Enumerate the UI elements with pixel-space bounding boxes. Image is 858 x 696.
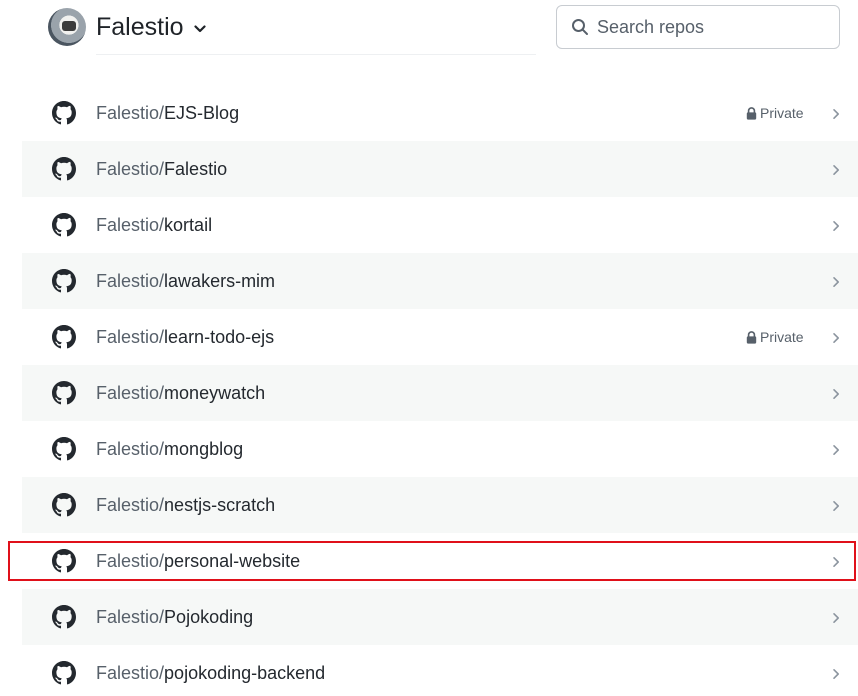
repo-name: mongblog <box>164 439 244 459</box>
repo-name: EJS-Blog <box>164 103 240 123</box>
chevron-right-icon <box>830 275 842 287</box>
chevron-right-icon <box>830 667 842 679</box>
repo-row-lawakers-mim[interactable]: Falestio/lawakers-mim <box>22 253 858 309</box>
repo-name: personal-website <box>164 551 301 571</box>
repo-name: pojokoding-backend <box>164 663 326 683</box>
chevron-right-icon <box>830 107 842 119</box>
private-label: Private <box>760 329 804 345</box>
lock-icon <box>746 106 757 120</box>
repo-full-name: Falestio/personal-website <box>96 533 300 589</box>
repo-full-name: Falestio/Falestio <box>96 141 227 197</box>
header-divider <box>96 54 536 55</box>
repo-owner: Falestio <box>96 327 160 347</box>
repo-row-falestio[interactable]: Falestio/Falestio <box>22 141 858 197</box>
chevron-right-icon <box>830 163 842 175</box>
repo-name: Falestio <box>164 159 228 179</box>
chevron-right-icon <box>830 499 842 511</box>
chevron-down-icon <box>193 25 206 33</box>
repo-full-name: Falestio/nestjs-scratch <box>96 477 275 533</box>
github-icon <box>52 157 76 181</box>
repo-full-name: Falestio/kortail <box>96 197 212 253</box>
repo-owner: Falestio <box>96 551 160 571</box>
repo-selector-page: Falestio Falestio/EJS-Blog Private <box>0 0 858 696</box>
github-icon <box>52 493 76 517</box>
repo-full-name: Falestio/EJS-Blog <box>96 85 239 141</box>
repo-row-nestjs-scratch[interactable]: Falestio/nestjs-scratch <box>22 477 858 533</box>
repo-row-ejs-blog[interactable]: Falestio/EJS-Blog Private <box>22 85 858 141</box>
repo-owner: Falestio <box>96 271 160 291</box>
lock-icon <box>746 330 757 344</box>
github-icon <box>52 269 76 293</box>
repo-owner: Falestio <box>96 215 160 235</box>
repo-row-pojokoding[interactable]: Falestio/Pojokoding <box>22 589 858 645</box>
repo-owner: Falestio <box>96 663 160 683</box>
repo-full-name: Falestio/pojokoding-backend <box>96 645 325 696</box>
github-icon <box>52 661 76 685</box>
repo-name: lawakers-mim <box>164 271 276 291</box>
search-input[interactable] <box>597 16 827 38</box>
repo-row-learn-todo-ejs[interactable]: Falestio/learn-todo-ejs Private <box>22 309 858 365</box>
repo-name: moneywatch <box>164 383 266 403</box>
chevron-right-icon <box>830 331 842 343</box>
repo-owner: Falestio <box>96 383 160 403</box>
repo-name: kortail <box>164 215 213 235</box>
repo-row-pojokoding-backend[interactable]: Falestio/pojokoding-backend <box>22 645 858 696</box>
repo-row-kortail[interactable]: Falestio/kortail <box>22 197 858 253</box>
repo-full-name: Falestio/moneywatch <box>96 365 265 421</box>
repo-name: nestjs-scratch <box>164 495 276 515</box>
repo-full-name: Falestio/Pojokoding <box>96 589 253 645</box>
search-icon <box>571 18 589 36</box>
repo-row-personal-website[interactable]: Falestio/personal-website <box>8 533 858 589</box>
chevron-right-icon <box>830 219 842 231</box>
repo-name: Pojokoding <box>164 607 254 627</box>
github-icon <box>52 437 76 461</box>
repo-owner: Falestio <box>96 607 160 627</box>
private-label: Private <box>760 105 804 121</box>
header: Falestio <box>0 0 858 56</box>
account-name: Falestio <box>96 13 184 41</box>
repo-list: Falestio/EJS-Blog Private Falestio/Fales… <box>8 85 858 696</box>
repo-full-name: Falestio/learn-todo-ejs <box>96 309 274 365</box>
repo-owner: Falestio <box>96 439 160 459</box>
repo-owner: Falestio <box>96 159 160 179</box>
repo-owner: Falestio <box>96 495 160 515</box>
github-icon <box>52 325 76 349</box>
account-switcher[interactable]: Falestio <box>48 8 206 46</box>
repo-name: learn-todo-ejs <box>164 327 275 347</box>
github-icon <box>52 549 76 573</box>
chevron-right-icon <box>830 443 842 455</box>
repo-owner: Falestio <box>96 103 160 123</box>
github-icon <box>52 381 76 405</box>
repo-row-mongblog[interactable]: Falestio/mongblog <box>22 421 858 477</box>
repo-full-name: Falestio/lawakers-mim <box>96 253 275 309</box>
private-badge: Private <box>746 85 804 141</box>
chevron-right-icon <box>830 387 842 399</box>
chevron-right-icon <box>830 555 842 567</box>
private-badge: Private <box>746 309 804 365</box>
search-box[interactable] <box>556 5 840 49</box>
avatar <box>48 8 86 46</box>
github-icon <box>52 605 76 629</box>
repo-row-moneywatch[interactable]: Falestio/moneywatch <box>22 365 858 421</box>
repo-full-name: Falestio/mongblog <box>96 421 243 477</box>
chevron-right-icon <box>830 611 842 623</box>
github-icon <box>52 213 76 237</box>
github-icon <box>52 101 76 125</box>
